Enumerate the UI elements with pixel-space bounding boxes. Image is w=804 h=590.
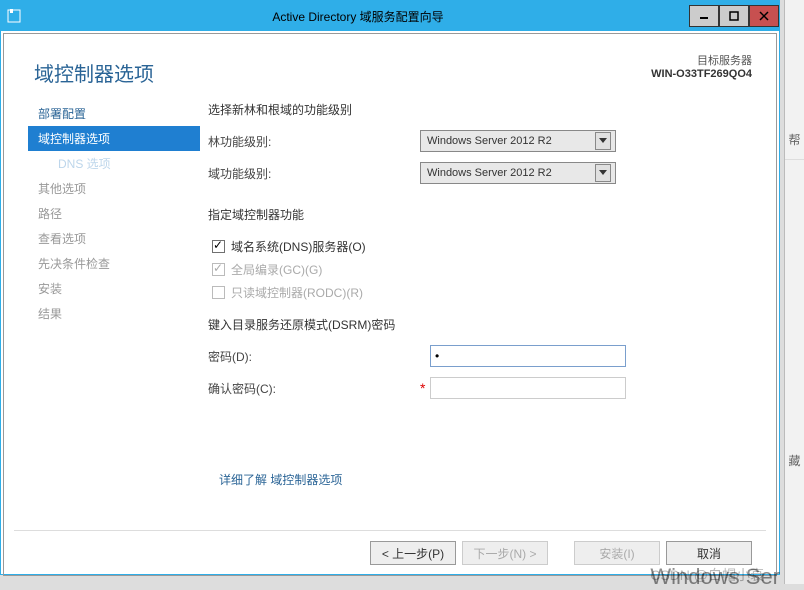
minimize-button[interactable]: [689, 5, 719, 27]
forest-level-select[interactable]: Windows Server 2012 R2: [420, 130, 616, 152]
required-indicator: [420, 348, 428, 364]
strip-hide[interactable]: 藏: [785, 440, 804, 480]
sidebar-item-dc-options[interactable]: 域控制器选项: [28, 126, 200, 151]
forest-level-label: 林功能级别:: [208, 133, 420, 150]
titlebar: Active Directory 域服务配置向导: [1, 1, 779, 31]
domain-level-row: 域功能级别: Windows Server 2012 R2: [208, 162, 752, 184]
chevron-down-icon: [595, 132, 611, 150]
app-icon: [1, 1, 27, 31]
forest-level-value: Windows Server 2012 R2: [427, 135, 552, 147]
dns-checkbox[interactable]: [212, 240, 225, 253]
previous-button[interactable]: < 上一步(P): [370, 541, 456, 565]
rodc-checkbox-row: 只读域控制器(RODC)(R): [208, 281, 752, 304]
sidebar-item-additional: 其他选项: [28, 176, 200, 201]
close-button[interactable]: [749, 5, 779, 27]
cancel-button[interactable]: 取消: [666, 541, 752, 565]
sidebar-item-dns-options[interactable]: DNS 选项: [28, 151, 200, 176]
forest-level-row: 林功能级别: Windows Server 2012 R2: [208, 130, 752, 152]
password-row: 密码(D):: [208, 345, 752, 367]
window-title: Active Directory 域服务配置向导: [27, 8, 689, 25]
sidebar-item-install: 安装: [28, 276, 200, 301]
gc-checkbox-label: 全局编录(GC)(G): [231, 261, 322, 278]
target-server-name: WIN-O33TF269QO4: [651, 68, 752, 80]
gc-checkbox: [212, 263, 225, 276]
wizard-window: Active Directory 域服务配置向导 域控制器选项 目标服务器 WI…: [0, 0, 780, 575]
rodc-checkbox: [212, 286, 225, 299]
body-row: 部署配置 域控制器选项 DNS 选项 其他选项 路径 查看选项 先决条件检查 安…: [14, 95, 766, 530]
sidebar-item-review: 查看选项: [28, 226, 200, 251]
domain-level-value: Windows Server 2012 R2: [427, 167, 552, 179]
gc-checkbox-row: 全局编录(GC)(G): [208, 258, 752, 281]
window-controls: [689, 6, 779, 27]
password-label: 密码(D):: [208, 348, 420, 365]
sidebar-item-deployment[interactable]: 部署配置: [28, 101, 200, 126]
content-area: 域控制器选项 目标服务器 WIN-O33TF269QO4 部署配置 域控制器选项…: [3, 33, 777, 576]
footer-buttons: < 上一步(P) 下一步(N) > 安装(I) 取消: [14, 530, 766, 565]
sidebar-item-prereq: 先决条件检查: [28, 251, 200, 276]
next-button: 下一步(N) >: [462, 541, 548, 565]
confirm-password-row: 确认密码(C): *: [208, 377, 752, 399]
confirm-password-label: 确认密码(C):: [208, 380, 420, 397]
dns-checkbox-row[interactable]: 域名系统(DNS)服务器(O): [208, 235, 752, 258]
strip-help[interactable]: 帮: [785, 120, 804, 160]
rodc-checkbox-label: 只读域控制器(RODC)(R): [231, 284, 363, 301]
sidebar-item-results: 结果: [28, 301, 200, 326]
page-title: 域控制器选项: [34, 52, 154, 87]
functional-level-heading: 选择新林和根域的功能级别: [208, 101, 752, 118]
sidebar: 部署配置 域控制器选项 DNS 选项 其他选项 路径 查看选项 先决条件检查 安…: [28, 101, 200, 530]
dsrm-heading: 键入目录服务还原模式(DSRM)密码: [208, 316, 752, 333]
server-info: 目标服务器 WIN-O33TF269QO4: [651, 52, 752, 80]
domain-level-label: 域功能级别:: [208, 165, 420, 182]
required-indicator: *: [420, 380, 428, 396]
dns-checkbox-label: 域名系统(DNS)服务器(O): [231, 238, 366, 255]
confirm-password-input[interactable]: [430, 377, 626, 399]
password-input[interactable]: [430, 345, 626, 367]
maximize-button[interactable]: [719, 5, 749, 27]
main-panel: 选择新林和根域的功能级别 林功能级别: Windows Server 2012 …: [200, 101, 752, 530]
chevron-down-icon: [595, 164, 611, 182]
target-server-label: 目标服务器: [651, 52, 752, 68]
install-button: 安装(I): [574, 541, 660, 565]
sidebar-item-paths: 路径: [28, 201, 200, 226]
dc-capabilities-heading: 指定域控制器功能: [208, 206, 752, 223]
learn-more-link[interactable]: 详细了解 域控制器选项: [219, 467, 342, 492]
header-row: 域控制器选项 目标服务器 WIN-O33TF269QO4: [14, 52, 766, 95]
right-panel-strip: 帮 藏: [784, 0, 804, 584]
domain-level-select[interactable]: Windows Server 2012 R2: [420, 162, 616, 184]
